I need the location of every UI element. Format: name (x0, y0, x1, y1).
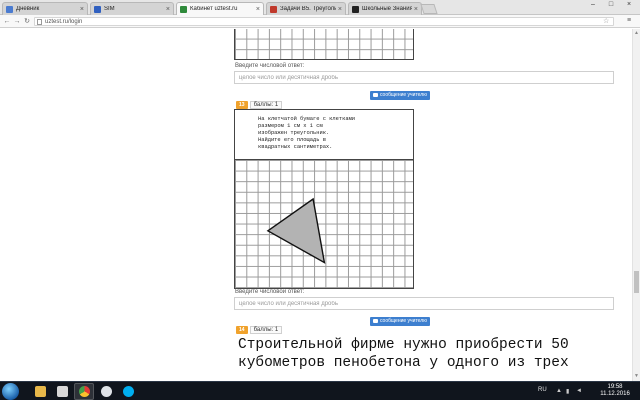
scroll-up-icon[interactable]: ▲ (634, 30, 639, 36)
tab-sim[interactable]: SIM × (90, 2, 174, 15)
task-13-text: На клетчатой бумаге с клетками размером 1… (258, 116, 355, 151)
task-points: баллы: 1 (249, 101, 283, 109)
answer-label: Введите числовой ответ: (235, 63, 305, 69)
message-button-label: сообщение учителю (380, 318, 427, 324)
close-icon[interactable]: × (80, 6, 84, 13)
task-number-badge: 14 (236, 326, 248, 334)
windows-start-icon[interactable] (2, 383, 19, 400)
answer-input-13[interactable] (234, 297, 614, 310)
message-icon (373, 319, 378, 323)
tab-favicon-icon (180, 5, 187, 13)
tab-label: Кабинет uztest.ru (190, 6, 238, 12)
volume-icon[interactable]: ◄ (576, 388, 582, 394)
page-content: Введите числовой ответ: сообщение учител… (0, 29, 632, 381)
address-bar: ← → ↻ uztest.ru/login ☆ ≡ (0, 15, 640, 28)
triangle-shape (266, 197, 326, 264)
reload-icon[interactable]: ↻ (22, 17, 32, 26)
taskbar-steam-icon[interactable] (96, 383, 116, 400)
task-text-line: Найдите его площадь в (258, 137, 326, 143)
tab-favicon-icon (6, 5, 13, 13)
taskbar-clock[interactable]: 19:58 11.12.2016 (598, 384, 632, 398)
tab-favicon-icon (270, 5, 277, 13)
taskbar-explorer-icon[interactable] (30, 383, 50, 400)
task-text-line: размером 1 см х 1 см (258, 123, 323, 129)
network-icon[interactable]: ▮ (566, 388, 569, 395)
task-14-text-line: Строительной фирме нужно приобрести 50 (238, 337, 569, 353)
tab-strip: Дневник × SIM × Кабинет uztest.ru × Зада… (0, 0, 640, 15)
page-scrollbar[interactable]: ▲ ▼ (632, 29, 640, 381)
back-icon[interactable]: ← (2, 17, 12, 26)
taskbar: RU ▲ ▮ ◄ 19:58 11.12.2016 (0, 381, 640, 400)
close-window-icon[interactable]: × (620, 1, 638, 8)
task-13-header: 13 баллы: 1 (236, 101, 283, 109)
task-number-badge: 13 (236, 101, 248, 109)
tab-label: Дневник (16, 6, 40, 12)
page-info-icon[interactable] (37, 19, 42, 25)
scrollbar-thumb[interactable] (634, 271, 639, 293)
task-12-grid (234, 29, 414, 60)
tab-znaniya[interactable]: Школьные Знания.com × (348, 2, 422, 15)
tab-favicon-icon (94, 5, 101, 13)
url-text: uztest.ru/login (45, 19, 83, 25)
close-icon[interactable]: × (414, 6, 418, 13)
tab-favicon-icon (352, 5, 359, 13)
message-button-label: сообщение учителю (380, 92, 427, 98)
close-icon[interactable]: × (256, 6, 260, 13)
message-teacher-button[interactable]: сообщение учителю (370, 317, 430, 326)
taskbar-skype-icon[interactable] (118, 383, 138, 400)
tab-label: SIM (104, 6, 115, 12)
answer-input-12[interactable] (234, 71, 614, 84)
input-language[interactable]: RU (538, 387, 547, 393)
browser-menu-icon[interactable]: ≡ (627, 17, 631, 24)
task-text-line: квадратных сантиметрах. (258, 144, 333, 150)
close-icon[interactable]: × (338, 6, 342, 13)
scroll-down-icon[interactable]: ▼ (634, 373, 639, 379)
task-14-text-line: кубометров пенобетона у одного из трех (238, 355, 569, 371)
task-text-line: изображен треугольник. (258, 130, 330, 136)
new-tab-button[interactable] (420, 4, 438, 14)
answer-label: Введите числовой ответ: (235, 289, 305, 295)
minimize-icon[interactable]: – (584, 1, 602, 8)
task-14-header: 14 баллы: 1 (236, 326, 283, 334)
message-teacher-button[interactable]: сообщение учителю (370, 91, 430, 100)
tray-arrow-icon[interactable]: ▲ (556, 388, 562, 394)
clock-time: 19:58 (607, 384, 623, 390)
forward-icon[interactable]: → (12, 17, 22, 26)
task-text-line: На клетчатой бумаге с клетками (258, 116, 356, 122)
task-points: баллы: 1 (249, 326, 283, 334)
maximize-icon[interactable]: □ (602, 1, 620, 8)
bookmark-star-icon[interactable]: ☆ (603, 17, 609, 25)
clock-date: 11.12.2016 (600, 391, 630, 397)
tab-dnevnik[interactable]: Дневник × (2, 2, 88, 15)
url-field[interactable]: uztest.ru/login (34, 17, 614, 26)
tab-label: Задачи B5. Треугольник (280, 6, 336, 12)
taskbar-media-icon[interactable] (52, 383, 72, 400)
close-icon[interactable]: × (166, 6, 170, 13)
taskbar-chrome-icon[interactable] (74, 383, 94, 400)
tab-kabinet[interactable]: Кабинет uztest.ru × (176, 2, 264, 15)
task-13-figure (266, 197, 326, 264)
message-icon (373, 93, 378, 97)
tab-zadachi[interactable]: Задачи B5. Треугольник × (266, 2, 346, 15)
tab-label: Школьные Знания.com (362, 6, 412, 12)
